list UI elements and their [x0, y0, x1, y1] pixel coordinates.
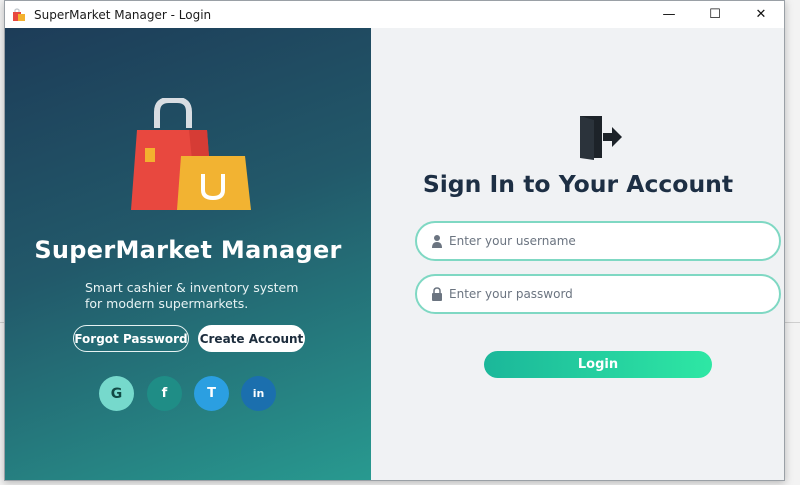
username-input[interactable] — [449, 234, 749, 248]
forgot-password-button[interactable]: Forgot Password — [73, 325, 189, 352]
twitter-icon[interactable]: T — [194, 376, 229, 411]
username-field[interactable] — [415, 221, 781, 261]
tagline-line-1: Smart cashier & inventory system — [85, 280, 299, 295]
maximize-button[interactable]: ☐ — [692, 1, 738, 28]
password-input[interactable] — [449, 287, 749, 301]
lock-icon — [432, 287, 442, 301]
brand-panel: SuperMarket Manager Smart cashier & inve… — [5, 28, 371, 480]
app-bag-icon — [13, 7, 25, 21]
user-icon — [432, 235, 442, 248]
login-window: SuperMarket Manager - Login — ☐ ✕ SuperM… — [4, 0, 785, 481]
window-controls: — ☐ ✕ — [646, 1, 784, 28]
tagline: Smart cashier & inventory system for mod… — [85, 280, 325, 312]
app-brand-title: SuperMarket Manager — [34, 236, 342, 264]
login-button[interactable]: Login — [484, 351, 712, 378]
window-title: SuperMarket Manager - Login — [34, 7, 212, 22]
tagline-line-2: for modern supermarkets. — [85, 296, 249, 311]
title-bar: SuperMarket Manager - Login — ☐ ✕ — [5, 1, 784, 28]
google-icon[interactable]: G — [99, 376, 134, 411]
minimize-button[interactable]: — — [646, 1, 692, 28]
signin-heading: Sign In to Your Account — [422, 170, 734, 198]
shopping-bag-icon — [131, 98, 251, 210]
close-button[interactable]: ✕ — [738, 1, 784, 28]
linkedin-icon[interactable]: in — [241, 376, 276, 411]
create-account-button[interactable]: Create Account — [198, 325, 305, 352]
signin-panel: Sign In to Your Account Login — [371, 28, 784, 480]
sign-in-door-icon — [580, 116, 622, 160]
password-field[interactable] — [415, 274, 781, 314]
facebook-icon[interactable]: f — [147, 376, 182, 411]
